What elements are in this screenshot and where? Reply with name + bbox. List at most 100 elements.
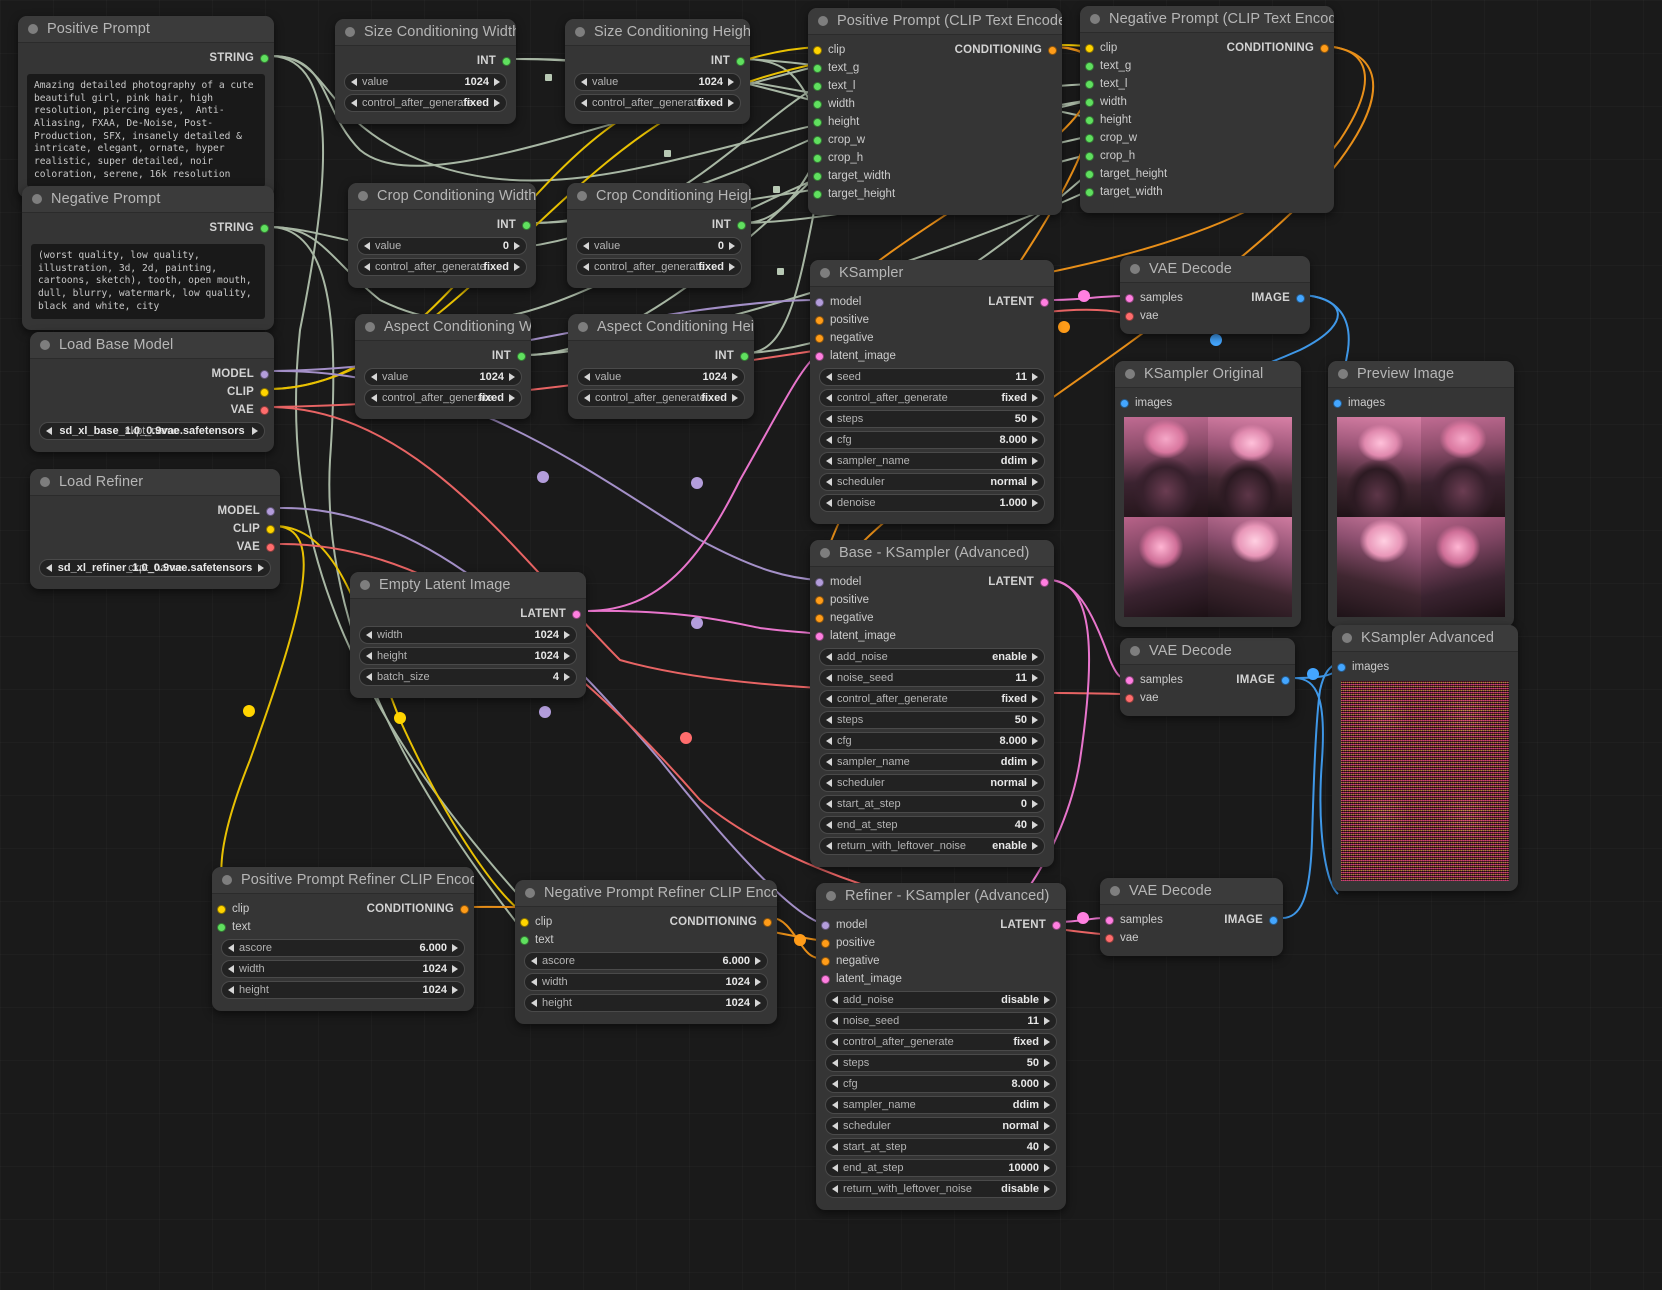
widget-scheduler[interactable]: scheduler normal xyxy=(819,774,1045,792)
widget-add-noise[interactable]: add_noise enable xyxy=(819,648,1045,666)
widget-value[interactable]: value 1024 xyxy=(344,73,507,91)
widget-control-after-generate[interactable]: control_after_generate fixed xyxy=(577,389,745,407)
input-slot-width[interactable]: width xyxy=(1080,93,1334,111)
output-slot-model[interactable]: MODEL xyxy=(30,365,274,383)
input-slot-crop-w[interactable]: crop_w xyxy=(1080,129,1334,147)
decrement-arrow-icon[interactable] xyxy=(371,394,377,402)
increment-arrow-icon[interactable] xyxy=(1044,996,1050,1004)
node-negative-clip-text-encode[interactable]: Negative Prompt (CLIP Text Encode) clip … xyxy=(1080,6,1334,213)
node-crop-conditioning-width[interactable]: Crop Conditioning Width INT value 0 cont… xyxy=(348,183,536,288)
increment-arrow-icon[interactable] xyxy=(1044,1101,1050,1109)
decrement-arrow-icon[interactable] xyxy=(832,1185,838,1193)
input-slot-clip[interactable]: clip CONDITIONING xyxy=(212,900,474,918)
widget-cfg[interactable]: cfg 8.000 xyxy=(825,1075,1057,1093)
increment-arrow-icon[interactable] xyxy=(732,394,738,402)
input-pin-icon[interactable] xyxy=(813,117,822,127)
widget-return-with-leftover-noise[interactable]: return_with_leftover_noise disable xyxy=(825,1180,1057,1198)
decrement-arrow-icon[interactable] xyxy=(826,457,832,465)
input-slot-height[interactable]: height xyxy=(808,113,1062,131)
node-crop-conditioning-height[interactable]: Crop Conditioning Height INT value 0 con… xyxy=(567,183,751,288)
output-pin-icon[interactable] xyxy=(460,904,469,914)
increment-arrow-icon[interactable] xyxy=(564,652,570,660)
decrement-arrow-icon[interactable] xyxy=(826,674,832,682)
decrement-arrow-icon[interactable] xyxy=(351,99,357,107)
widget-value[interactable]: value 0 xyxy=(576,237,742,255)
increment-arrow-icon[interactable] xyxy=(1032,674,1038,682)
input-pin-icon[interactable] xyxy=(813,99,822,109)
increment-arrow-icon[interactable] xyxy=(1032,821,1038,829)
decrement-arrow-icon[interactable] xyxy=(826,415,832,423)
output-slot-model[interactable]: MODEL xyxy=(30,502,280,520)
node-refiner-ksampler-advanced[interactable]: Refiner - KSampler (Advanced) model LATE… xyxy=(816,883,1066,1210)
decrement-arrow-icon[interactable] xyxy=(371,373,377,381)
input-slot-latent-image[interactable]: latent_image xyxy=(810,347,1054,365)
input-slot-target-width[interactable]: target_width xyxy=(808,167,1062,185)
decrement-arrow-icon[interactable] xyxy=(46,564,52,572)
decrement-arrow-icon[interactable] xyxy=(826,478,832,486)
decrement-arrow-icon[interactable] xyxy=(826,737,832,745)
decrement-arrow-icon[interactable] xyxy=(826,373,832,381)
increment-arrow-icon[interactable] xyxy=(564,673,570,681)
prompt-textarea[interactable]: (worst quality, low quality, illustratio… xyxy=(31,244,265,320)
preview-image-thumb[interactable] xyxy=(1208,517,1292,617)
increment-arrow-icon[interactable] xyxy=(1044,1122,1050,1130)
node-aspect-conditioning-width[interactable]: Aspect Conditioning Width INT value 1024… xyxy=(355,314,531,419)
decrement-arrow-icon[interactable] xyxy=(581,78,587,86)
collapse-dot-icon[interactable] xyxy=(358,191,368,201)
increment-arrow-icon[interactable] xyxy=(1044,1038,1050,1046)
node-positive-clip-text-encode[interactable]: Positive Prompt (CLIP Text Encode) clip … xyxy=(808,8,1062,215)
input-pin-icon[interactable] xyxy=(1085,169,1094,179)
input-pin-icon[interactable] xyxy=(1105,915,1114,925)
increment-arrow-icon[interactable] xyxy=(729,263,735,271)
increment-arrow-icon[interactable] xyxy=(252,427,258,435)
widget-ascore[interactable]: ascore 6.000 xyxy=(221,939,465,957)
input-pin-icon[interactable] xyxy=(1337,662,1346,672)
output-pin-icon[interactable] xyxy=(266,506,275,516)
widget-value[interactable]: value 1024 xyxy=(577,368,745,386)
input-slot-text-g[interactable]: text_g xyxy=(1080,57,1334,75)
widget-control-after-generate[interactable]: control_after_generate fixed xyxy=(819,690,1045,708)
widget-ckpt-name[interactable]: ckpt_name sd_xl_base_1.0_0.9vae.safetens… xyxy=(39,422,265,440)
output-slot-latent[interactable]: LATENT xyxy=(350,605,586,623)
output-pin-icon[interactable] xyxy=(260,387,269,397)
increment-arrow-icon[interactable] xyxy=(1032,457,1038,465)
collapse-dot-icon[interactable] xyxy=(28,24,38,34)
decrement-arrow-icon[interactable] xyxy=(832,1143,838,1151)
output-pin-icon[interactable] xyxy=(1269,915,1278,925)
input-pin-icon[interactable] xyxy=(1120,398,1129,408)
increment-arrow-icon[interactable] xyxy=(514,242,520,250)
input-pin-icon[interactable] xyxy=(1125,675,1134,685)
decrement-arrow-icon[interactable] xyxy=(826,436,832,444)
input-slot-vae[interactable]: vae xyxy=(1120,307,1310,325)
output-pin-icon[interactable] xyxy=(266,524,275,534)
decrement-arrow-icon[interactable] xyxy=(832,1059,838,1067)
widget-sampler-name[interactable]: sampler_name ddim xyxy=(819,753,1045,771)
widget-ckpt-name[interactable]: ckpt_name sd_xl_refiner_1.0_0.9vae.safet… xyxy=(39,559,271,577)
output-slot-string[interactable]: STRING xyxy=(18,49,274,67)
node-graph-canvas[interactable]: Positive Prompt STRING Amazing detailed … xyxy=(0,0,1662,1290)
output-slot-int[interactable]: INT xyxy=(355,347,531,365)
input-pin-icon[interactable] xyxy=(1105,933,1114,943)
decrement-arrow-icon[interactable] xyxy=(583,263,589,271)
increment-arrow-icon[interactable] xyxy=(1032,478,1038,486)
decrement-arrow-icon[interactable] xyxy=(366,631,372,639)
decrement-arrow-icon[interactable] xyxy=(228,965,234,973)
output-pin-icon[interactable] xyxy=(260,369,269,379)
input-slot-crop-h[interactable]: crop_h xyxy=(808,149,1062,167)
output-slot-int[interactable]: INT xyxy=(348,216,536,234)
input-slot-positive[interactable]: positive xyxy=(816,934,1066,952)
input-slot-samples[interactable]: samples IMAGE xyxy=(1100,911,1283,929)
preview-image-thumb[interactable] xyxy=(1421,517,1505,617)
widget-scheduler[interactable]: scheduler normal xyxy=(819,473,1045,491)
increment-arrow-icon[interactable] xyxy=(1032,415,1038,423)
widget-end-at-step[interactable]: end_at_step 10000 xyxy=(825,1159,1057,1177)
decrement-arrow-icon[interactable] xyxy=(832,1038,838,1046)
input-slot-samples[interactable]: samples IMAGE xyxy=(1120,289,1310,307)
preview-image-thumb[interactable] xyxy=(1124,417,1208,517)
decrement-arrow-icon[interactable] xyxy=(366,673,372,681)
input-slot-latent-image[interactable]: latent_image xyxy=(810,627,1054,645)
decrement-arrow-icon[interactable] xyxy=(584,373,590,381)
input-pin-icon[interactable] xyxy=(815,595,824,605)
input-slot-model[interactable]: model LATENT xyxy=(810,293,1054,311)
node-empty-latent-image[interactable]: Empty Latent Image LATENT width 1024 hei… xyxy=(350,572,586,698)
